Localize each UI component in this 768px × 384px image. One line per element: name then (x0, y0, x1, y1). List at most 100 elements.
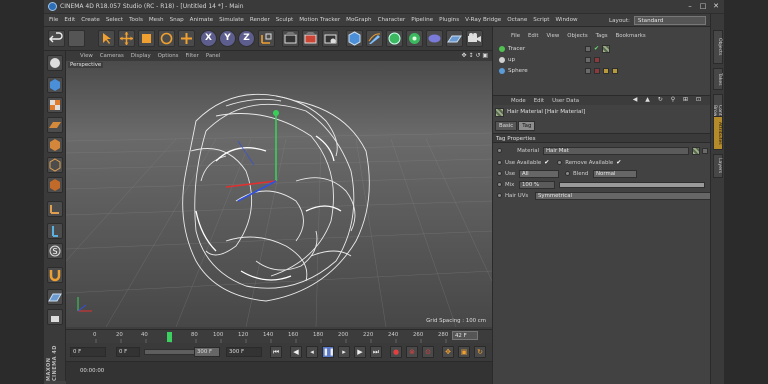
cloner-icon[interactable] (406, 30, 423, 47)
enabled-check-icon[interactable]: ✔ (594, 45, 599, 52)
tab-basic[interactable]: Basic (495, 121, 518, 131)
viewport-menu-filter[interactable]: Filter (185, 53, 198, 59)
object-flags[interactable] (585, 66, 621, 75)
menu-simulate[interactable]: Simulate (219, 17, 244, 23)
object-row-tracer[interactable]: Tracer (499, 44, 525, 53)
points-mode-icon[interactable] (47, 137, 63, 153)
visibility-flag[interactable] (585, 45, 591, 52)
menu-mesh[interactable]: Mesh (149, 17, 164, 23)
menu-window[interactable]: Window (556, 17, 578, 23)
remove-available-animate-radio[interactable] (557, 160, 563, 165)
key-position-button[interactable]: ✥ (442, 346, 454, 358)
pause-button[interactable]: ❚❚ (322, 346, 335, 358)
grid-plane-icon[interactable] (47, 289, 63, 305)
visibility-flag[interactable] (585, 56, 591, 63)
axis-x-button[interactable]: X (200, 30, 217, 47)
menu-vray-bridge[interactable]: V-Ray Bridge (465, 17, 501, 23)
camera-icon[interactable] (466, 30, 483, 47)
render-view-icon[interactable] (282, 30, 299, 47)
objects-menu-file[interactable]: File (511, 33, 520, 39)
objects-menu-objects[interactable]: Objects (567, 33, 587, 39)
start-frame-field[interactable]: 0 F (70, 347, 106, 357)
transform-icon[interactable] (178, 30, 195, 47)
keyframe-selection-button[interactable]: ⊙ (422, 346, 434, 358)
make-editable-icon[interactable] (47, 55, 63, 71)
magnet-icon[interactable] (47, 267, 63, 283)
previous-key-button[interactable]: ◀ (290, 346, 302, 358)
lock-workplane-icon[interactable] (47, 309, 63, 325)
scale-icon[interactable] (138, 30, 155, 47)
maximize-button[interactable]: □ (697, 2, 709, 11)
menu-mograph[interactable]: MoGraph (346, 17, 371, 23)
cube-icon[interactable] (346, 30, 363, 47)
use-dropdown[interactable]: All (519, 169, 559, 178)
menu-snap[interactable]: Snap (170, 17, 184, 23)
side-tab-takes[interactable]: Takes (713, 68, 723, 90)
attributes-menu-edit[interactable]: Edit (534, 98, 544, 104)
viewport-menu-display[interactable]: Display (131, 53, 151, 59)
minimize-button[interactable]: – (684, 2, 696, 11)
hair-uvs-animate-radio[interactable] (497, 193, 502, 198)
rotate-icon[interactable] (158, 30, 175, 47)
tweak-mode-icon[interactable] (47, 223, 63, 239)
material-link-arrow-icon[interactable] (702, 147, 708, 154)
mix-slider[interactable] (559, 181, 705, 188)
edges-mode-icon[interactable] (47, 157, 63, 173)
menu-script[interactable]: Script (533, 17, 549, 23)
side-tab-objects[interactable]: Objects (713, 30, 723, 64)
model-mode-icon[interactable] (47, 77, 63, 93)
mix-input[interactable]: 100 % (519, 180, 555, 189)
undo-icon[interactable] (48, 30, 65, 47)
objects-menu-edit[interactable]: Edit (528, 33, 538, 39)
attributes-menu-mode[interactable]: Mode (511, 98, 526, 104)
step-back-button[interactable]: ◂ (306, 346, 318, 358)
objects-menu-tags[interactable]: Tags (596, 33, 608, 39)
menu-create[interactable]: Create (81, 17, 100, 23)
viewport-menu-options[interactable]: Options (158, 53, 179, 59)
menu-tools[interactable]: Tools (129, 17, 143, 23)
menu-character[interactable]: Character (378, 17, 406, 23)
enabled-flag[interactable] (594, 67, 600, 74)
axis-mode-icon[interactable] (47, 201, 63, 217)
use-available-checkbox[interactable]: ✔ (544, 159, 549, 166)
go-to-end-button[interactable]: ⏭ (370, 346, 382, 358)
subdivision-icon[interactable] (386, 30, 403, 47)
deformer-icon[interactable] (426, 30, 443, 47)
close-button[interactable]: ✕ (710, 2, 722, 11)
render-settings-icon[interactable] (322, 30, 339, 47)
viewport-navigation-icons[interactable]: ✥ ↕ ↺ ▣ (462, 52, 488, 59)
material-link-field[interactable]: Hair Mat (543, 146, 689, 155)
menu-file[interactable]: File (49, 17, 58, 23)
attributes-navigation-icons[interactable]: ◀ ▲ ↻ ⚲ ⊞ ⊡ (633, 96, 704, 103)
next-key-button[interactable]: ▶ (354, 346, 366, 358)
layout-select[interactable]: Standard (633, 16, 706, 25)
record-active-button[interactable]: ● (390, 346, 402, 358)
viewport-menu-cameras[interactable]: Cameras (100, 53, 124, 59)
timeline-ruler[interactable]: 0 20 40 80 100 120 140 160 180 200 220 2… (66, 329, 492, 343)
coordinate-system-icon[interactable] (258, 30, 275, 47)
objects-menu-bookmarks[interactable]: Bookmarks (616, 33, 646, 39)
redo-icon[interactable] (68, 30, 85, 47)
viewport-menu-view[interactable]: View (80, 53, 93, 59)
menu-animate[interactable]: Animate (190, 17, 213, 23)
material-animate-radio[interactable] (497, 148, 502, 153)
blend-animate-radio[interactable] (565, 171, 570, 176)
workplane-icon[interactable] (47, 117, 63, 133)
key-scale-button[interactable]: ▣ (458, 346, 470, 358)
enabled-flag[interactable] (594, 56, 600, 63)
visibility-flag[interactable] (585, 67, 591, 74)
attributes-menu-user-data[interactable]: User Data (552, 98, 579, 104)
viewport-canvas[interactable] (66, 61, 492, 327)
menu-motion-tracker[interactable]: Motion Tracker (299, 17, 340, 23)
axis-z-button[interactable]: Z (238, 30, 255, 47)
hair-uvs-dropdown[interactable]: Symmetrical (535, 191, 711, 200)
objects-menu-view[interactable]: View (546, 33, 559, 39)
select-arrow-icon[interactable] (98, 30, 115, 47)
move-icon[interactable] (118, 30, 135, 47)
key-rotation-button[interactable]: ↻ (474, 346, 486, 358)
end-frame-field[interactable]: 300 F (226, 347, 262, 357)
autokey-button[interactable]: ⊗ (406, 346, 418, 358)
render-picture-viewer-icon[interactable] (302, 30, 319, 47)
object-flags[interactable] (585, 55, 603, 64)
floor-icon[interactable] (446, 30, 463, 47)
